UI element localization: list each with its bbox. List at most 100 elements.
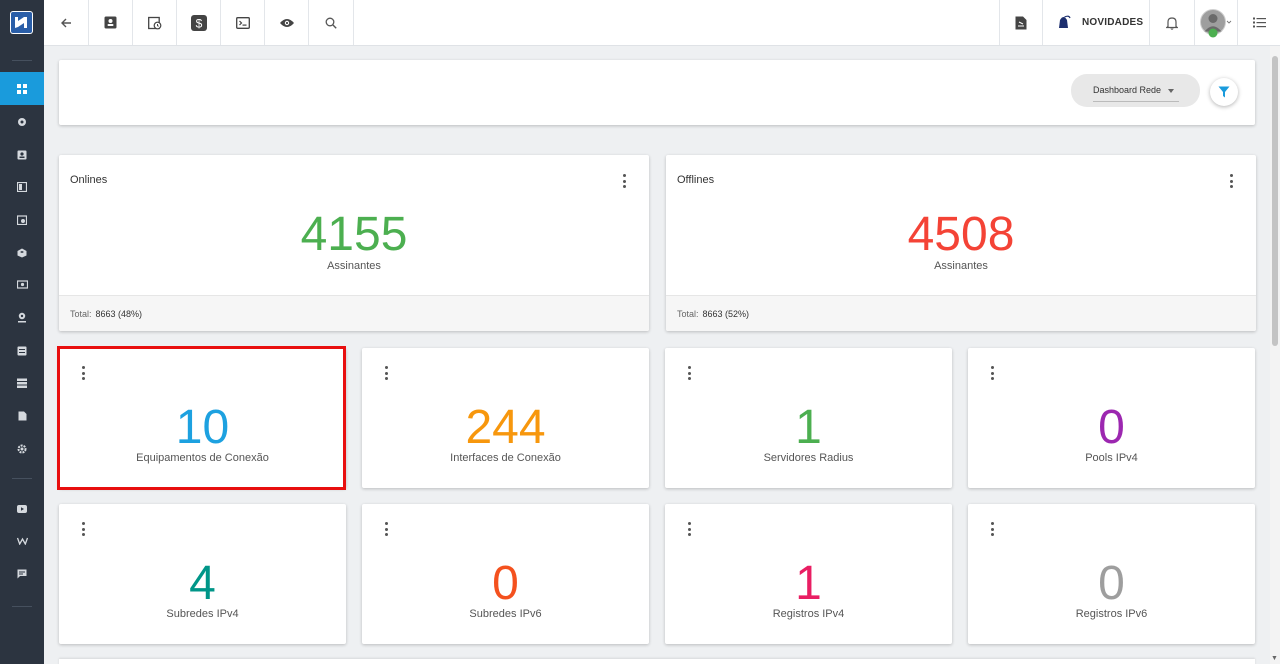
menu-button[interactable] — [1238, 0, 1280, 45]
finance-button[interactable]: $ — [177, 0, 221, 45]
search-button[interactable] — [309, 0, 354, 45]
dropdown-arrow-icon — [1168, 89, 1174, 93]
stat-card-pools-ipv4[interactable]: 0 Pools IPv4 — [968, 348, 1255, 488]
stat-value: 1 — [795, 557, 822, 610]
money-icon — [16, 280, 28, 289]
more-options-icon[interactable] — [384, 366, 388, 380]
back-arrow-icon — [61, 18, 71, 27]
sidebar-item-wiki[interactable] — [0, 524, 44, 557]
novidades-button[interactable]: NOVIDADES — [1043, 0, 1150, 45]
offlines-sublabel: Assinantes — [934, 260, 988, 272]
stat-label: Subredes IPv4 — [166, 608, 239, 620]
dashboard-select[interactable]: Dashboard Rede — [1071, 74, 1200, 107]
stat-label: Interfaces de Conexão — [450, 452, 561, 464]
notifications-button[interactable] — [1150, 0, 1195, 45]
sidebar-divider — [12, 60, 32, 61]
next-row-card — [59, 659, 1255, 664]
calendar-icon — [17, 214, 27, 225]
stat-card-interfaces[interactable]: 244 Interfaces de Conexão — [362, 348, 649, 488]
sidebar-item-box[interactable] — [0, 236, 44, 269]
stat-card-subredes-ipv6[interactable]: 0 Subredes IPv6 — [362, 504, 649, 644]
user-menu-button[interactable] — [1195, 0, 1238, 45]
stat-value: 4 — [189, 557, 216, 610]
stat-label: Registros IPv4 — [772, 608, 845, 620]
more-options-icon[interactable] — [384, 522, 388, 536]
sidebar-item-chat[interactable] — [0, 557, 44, 590]
more-options-icon[interactable] — [990, 366, 994, 380]
stat-value: 1 — [795, 401, 822, 454]
sidebar-item-list[interactable] — [0, 334, 44, 367]
sidebar-item-document[interactable] — [0, 399, 44, 432]
sidebar-item-dashboard[interactable] — [0, 72, 44, 105]
bell-novidades-icon — [1059, 15, 1071, 28]
filter-button[interactable] — [1210, 78, 1238, 106]
wiki-icon — [16, 537, 28, 545]
board-icon — [17, 181, 27, 192]
schedule-button[interactable] — [133, 0, 177, 45]
card-footer: Total: 8663 (52%) — [666, 295, 1256, 331]
calendar-clock-icon — [147, 16, 161, 29]
sidebar — [0, 0, 44, 664]
total-text: Total: 8663 (52%) — [677, 309, 749, 319]
notification-bell-icon — [1166, 16, 1178, 30]
rows-icon — [17, 378, 27, 388]
location-icon — [18, 312, 26, 323]
sidebar-item-youtube[interactable] — [0, 492, 44, 525]
svg-text:$: $ — [195, 16, 202, 30]
sidebar-item-calendar[interactable] — [0, 203, 44, 236]
more-options-icon[interactable] — [990, 522, 994, 536]
more-options-icon[interactable] — [81, 522, 85, 536]
app-logo[interactable] — [10, 11, 33, 34]
user-avatar-icon — [1200, 8, 1232, 37]
more-options-icon[interactable] — [687, 366, 691, 380]
stat-label: Pools IPv4 — [1085, 452, 1138, 464]
more-options-icon[interactable] — [1229, 174, 1233, 188]
terminal-button[interactable] — [221, 0, 265, 45]
highlight-box — [57, 346, 346, 490]
more-options-icon[interactable] — [622, 174, 626, 188]
sidebar-item-settings[interactable] — [0, 432, 44, 465]
total-value: 8663 (52%) — [702, 309, 750, 319]
onlines-sublabel: Assinantes — [327, 260, 381, 272]
sidebar-item-rows[interactable] — [0, 366, 44, 399]
stat-label: Registros IPv6 — [1075, 608, 1148, 620]
list-icon — [17, 346, 27, 355]
view-button[interactable] — [265, 0, 309, 45]
sidebar-item-location[interactable] — [0, 301, 44, 334]
scroll-down-arrow-icon[interactable]: ▼ — [1271, 655, 1278, 662]
stat-card-subredes-ipv4[interactable]: 4 Subredes IPv4 — [59, 504, 346, 644]
offlines-value: 4508 — [907, 208, 1015, 261]
pdf-button[interactable] — [999, 0, 1043, 45]
sidebar-item-network[interactable] — [0, 105, 44, 138]
stat-card-registros-ipv4[interactable]: 1 Registros IPv4 — [665, 504, 952, 644]
sidebar-item-money[interactable] — [0, 268, 44, 301]
contact-card-icon — [104, 16, 117, 29]
stat-card-radius[interactable]: 1 Servidores Radius — [665, 348, 952, 488]
more-options-icon[interactable] — [687, 522, 691, 536]
total-text: Total: 8663 (48%) — [70, 309, 142, 319]
novidades-label: NOVIDADES — [1082, 17, 1144, 28]
box-icon — [17, 248, 27, 257]
dashboard-select-value: Dashboard Rede — [1093, 85, 1162, 95]
back-button[interactable] — [44, 0, 89, 45]
terminal-icon — [235, 16, 250, 29]
dashboard-icon — [17, 83, 27, 94]
scrollbar-thumb[interactable] — [1272, 56, 1278, 346]
stat-label: Servidores Radius — [763, 452, 854, 464]
stat-card-registros-ipv6[interactable]: 0 Registros IPv6 — [968, 504, 1255, 644]
contacts-button[interactable] — [89, 0, 133, 45]
eye-icon — [279, 18, 294, 27]
total-label: Total: — [70, 309, 92, 319]
top-bar: $ NOVIDADES — [44, 0, 1280, 46]
menu-list-icon — [1252, 17, 1266, 28]
filter-bar: Dashboard Rede — [59, 60, 1255, 125]
pdf-icon — [1015, 16, 1027, 29]
onlines-card: Onlines 4155 Assinantes Total: 8663 (48%) — [59, 155, 649, 331]
sidebar-item-board[interactable] — [0, 170, 44, 203]
network-icon — [18, 117, 26, 126]
sidebar-item-contacts[interactable] — [0, 138, 44, 171]
sidebar-divider — [12, 606, 32, 607]
card-title: Onlines — [70, 174, 108, 186]
card-footer: Total: 8663 (48%) — [59, 295, 649, 331]
scrollbar[interactable]: ▼ — [1270, 46, 1280, 664]
